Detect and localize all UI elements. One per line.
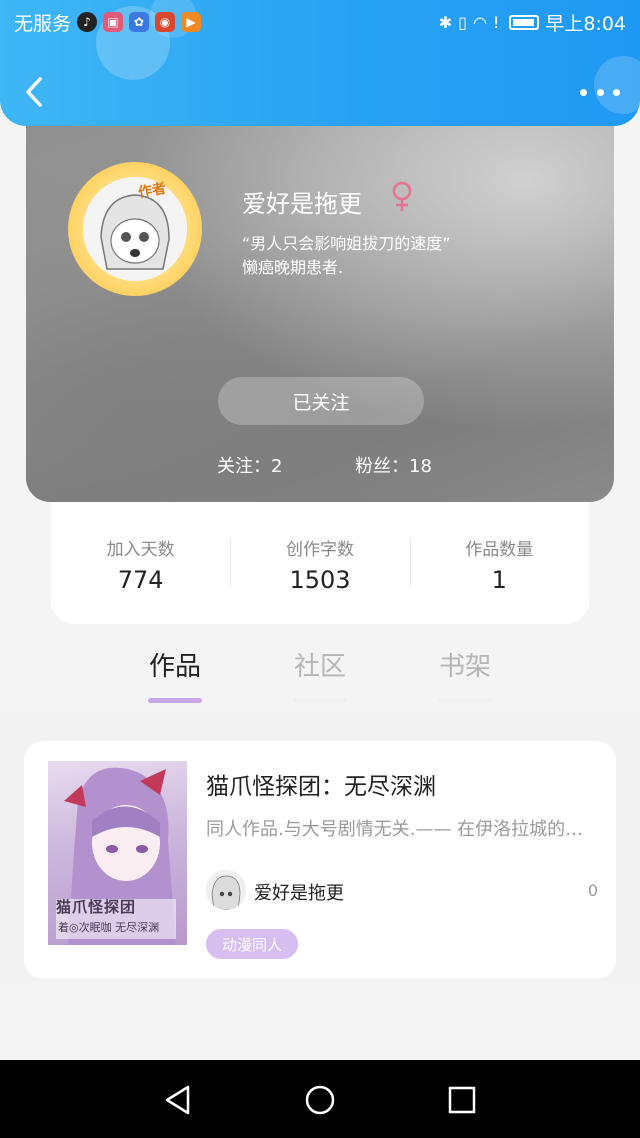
more-dots-icon bbox=[580, 88, 587, 96]
system-nav-bar bbox=[0, 1060, 640, 1138]
square-recents-icon bbox=[448, 1086, 476, 1114]
avatar-illustration bbox=[83, 177, 187, 281]
nav-back-button[interactable] bbox=[158, 1080, 198, 1120]
tab-indicator bbox=[148, 698, 202, 703]
female-icon bbox=[392, 181, 412, 211]
weibo-icon: ◉ bbox=[155, 12, 176, 32]
app-icon: ▣ bbox=[103, 12, 124, 32]
bio-line: “男人只会影响姐拔刀的速度” bbox=[242, 234, 451, 253]
tab-label: 书架 bbox=[438, 652, 491, 682]
circle-home-icon bbox=[305, 1085, 335, 1115]
work-title[interactable]: 猫爪怪探团：无尽深渊 bbox=[206, 767, 436, 801]
tab-bookshelf[interactable]: 书架 bbox=[425, 646, 505, 703]
vibrate-icon: ▯ bbox=[458, 12, 467, 32]
battery-icon bbox=[509, 14, 540, 30]
work-cover[interactable]: 猫爪怪探团 着◎次眠咖 无尽深渊 bbox=[48, 761, 187, 945]
work-description: 同人作品.与大号剧情无关.—— 在伊洛拉城的边缘，有一个神秘的地方 bbox=[206, 819, 586, 840]
cover-subtitle: 着◎次眠咖 无尽深渊 bbox=[58, 921, 160, 934]
back-button[interactable] bbox=[20, 74, 52, 110]
tab-label: 作品 bbox=[148, 652, 201, 682]
tab-indicator bbox=[293, 698, 347, 703]
cover-title: 猫爪怪探团 bbox=[56, 898, 137, 916]
work-author-name[interactable]: 爱好是拖更 bbox=[254, 879, 344, 905]
stats-card: 加入天数 774 创作字数 1503 作品数量 1 bbox=[51, 500, 589, 624]
nav-recents-button[interactable] bbox=[442, 1080, 482, 1120]
author-avatar-illustration bbox=[206, 870, 246, 910]
video-icon: ▶ bbox=[181, 12, 202, 32]
carrier-text: 无服务 bbox=[14, 12, 72, 35]
genre-tag[interactable]: 动漫同人 bbox=[206, 929, 299, 959]
stat-value: 1503 bbox=[289, 565, 351, 594]
work-count: 0 bbox=[587, 881, 598, 900]
following-count[interactable]: 关注：2 bbox=[217, 452, 282, 478]
fans-count[interactable]: 粉丝：18 bbox=[355, 452, 432, 478]
username: 爱好是拖更 bbox=[242, 190, 362, 218]
stat-label: 作品数量 bbox=[465, 539, 534, 560]
triangle-back-icon bbox=[165, 1085, 190, 1115]
avatar[interactable] bbox=[68, 162, 202, 296]
tab-bar: 作品 社区 书架 bbox=[0, 636, 640, 712]
clock-text: 早上8:04 bbox=[545, 12, 626, 35]
stat-label: 加入天数 bbox=[106, 539, 175, 560]
baidu-icon: ✿ bbox=[129, 12, 150, 32]
stat-word-count: 创作字数 1503 bbox=[230, 531, 409, 594]
alert-icon: ! bbox=[492, 12, 500, 32]
stat-value: 774 bbox=[117, 565, 164, 594]
bio-line: 懒癌晚期患者. bbox=[242, 258, 344, 277]
stat-join-days: 加入天数 774 bbox=[51, 531, 230, 594]
tab-works[interactable]: 作品 bbox=[135, 646, 215, 703]
follow-button[interactable]: 已关注 bbox=[218, 377, 424, 425]
tab-indicator bbox=[438, 698, 492, 703]
tiktok-icon: ♪ bbox=[77, 12, 98, 32]
profile-card: 作者 爱好是拖更 “男人只会影响姐拔刀的速度” 懒癌晚期患者. 已关注 关注：2… bbox=[26, 100, 614, 502]
stat-value: 1 bbox=[491, 565, 507, 594]
nav-home-button[interactable] bbox=[300, 1080, 340, 1120]
tab-label: 社区 bbox=[293, 652, 346, 682]
top-header: 无服务 ♪ ▣ ✿ ◉ ▶ ✱ ▯ ◠ ! 早上8:04 bbox=[0, 0, 640, 126]
cover-illustration bbox=[56, 767, 176, 945]
status-bar: 无服务 ♪ ▣ ✿ ◉ ▶ ✱ ▯ ◠ ! 早上8:04 bbox=[0, 0, 640, 44]
author-avatar[interactable] bbox=[206, 870, 246, 910]
bio: “男人只会影响姐拔刀的速度” 懒癌晚期患者. bbox=[242, 232, 451, 280]
work-card[interactable]: 猫爪怪探团 着◎次眠咖 无尽深渊 猫爪怪探团：无尽深渊 同人作品.与大号剧情无关… bbox=[24, 741, 616, 979]
chevron-left-icon bbox=[26, 77, 42, 107]
more-button[interactable] bbox=[580, 82, 620, 102]
bluetooth-icon: ✱ bbox=[438, 12, 453, 32]
tab-community[interactable]: 社区 bbox=[280, 646, 360, 703]
stat-label: 创作字数 bbox=[285, 539, 354, 560]
wifi-icon: ◠ bbox=[472, 12, 487, 32]
stat-works-count: 作品数量 1 bbox=[409, 531, 589, 594]
